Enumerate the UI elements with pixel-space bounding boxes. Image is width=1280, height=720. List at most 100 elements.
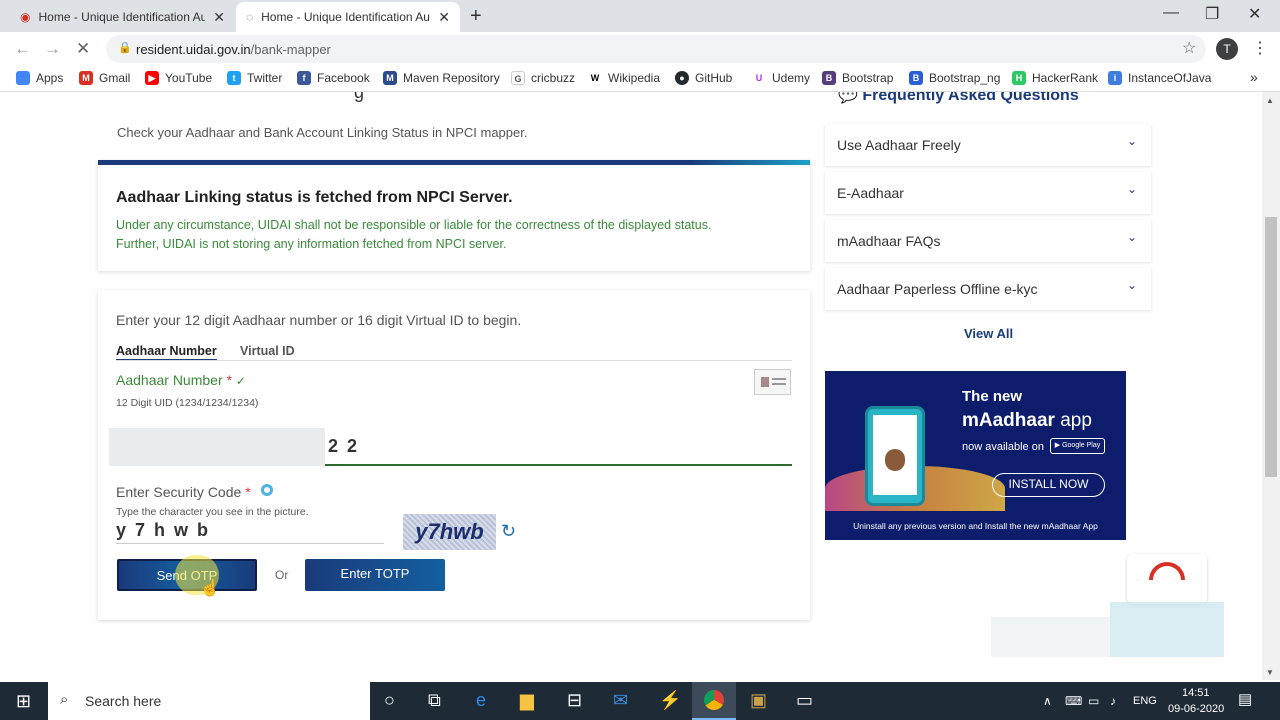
page-scrollbar[interactable]: ▲ ▼: [1262, 92, 1280, 680]
aadhaar-masked-area: [109, 428, 325, 466]
notifications-icon[interactable]: ▤: [1238, 690, 1252, 708]
browser-tab[interactable]: ◉ Home - Unique Identification Au ✕: [10, 2, 235, 32]
back-arrow-icon[interactable]: ←: [14, 39, 31, 59]
stop-loading-icon[interactable]: ✕: [76, 39, 90, 59]
faq-item[interactable]: Aadhaar Paperless Offline e-kyc ⌄: [825, 268, 1151, 310]
faq-item[interactable]: mAadhaar FAQs ⌄: [825, 220, 1151, 262]
restore-icon[interactable]: ❐: [1205, 4, 1219, 24]
tab-aadhaar-number[interactable]: Aadhaar Number: [116, 344, 217, 361]
clock-time[interactable]: 14:51: [1182, 687, 1210, 699]
scrollbar-thumb[interactable]: [1265, 217, 1277, 477]
maadhaar-promo-banner[interactable]: The new mAadhaar app now available on ▶ …: [825, 371, 1126, 540]
chrome-taskbar-item[interactable]: [692, 682, 736, 720]
blur-overlay: [991, 617, 1110, 657]
close-tab-icon[interactable]: ✕: [438, 9, 450, 26]
url-field[interactable]: 🔒 resident.uidai.gov.in/bank-mapper: [106, 35, 1206, 63]
required-mark: *: [226, 372, 232, 388]
bookmark-cricbuzz[interactable]: Gcricbuzz: [511, 71, 575, 85]
google-play-badge[interactable]: ▶ Google Play: [1050, 438, 1105, 454]
captcha-image: y7hwb: [403, 514, 496, 550]
bookmark-apps[interactable]: Apps: [16, 71, 63, 85]
play-store-label: Google Play: [1062, 442, 1101, 449]
game-app-icon[interactable]: ▣: [750, 690, 767, 711]
or-text: Or: [275, 568, 289, 582]
chevron-down-icon: ⌄: [1126, 230, 1137, 244]
bookmark-youtube[interactable]: ▶ YouTube: [145, 71, 212, 85]
bookmark-star-icon[interactable]: ☆: [1182, 38, 1196, 58]
clock-date[interactable]: 09-06-2020: [1168, 703, 1224, 715]
security-code-input[interactable]: y 7 h w b: [116, 516, 384, 544]
browser-menu-icon[interactable]: ⋮: [1252, 38, 1268, 58]
faq-item[interactable]: E-Aadhaar ⌄: [825, 172, 1151, 214]
task-view-icon[interactable]: ⧉: [428, 690, 441, 711]
chevron-down-icon: ⌄: [1126, 182, 1137, 196]
edge-icon[interactable]: e: [476, 690, 486, 711]
maven-icon: M: [383, 71, 397, 85]
input-method-icon[interactable]: ⌨: [1065, 694, 1082, 708]
language-indicator[interactable]: ENG: [1133, 695, 1157, 707]
tab-title: Home - Unique Identification Au: [261, 10, 430, 24]
bookmark-maven[interactable]: M Maven Repository: [383, 71, 500, 85]
terminal-icon[interactable]: ▭: [796, 690, 813, 711]
bookmark-facebook[interactable]: f Facebook: [297, 71, 370, 85]
notice-card: Aadhaar Linking status is fetched from N…: [98, 160, 810, 271]
bootstrap-ng-icon: B: [909, 71, 923, 85]
close-tab-icon[interactable]: ✕: [213, 9, 225, 26]
aadhaar-number-input[interactable]: 2 2: [325, 430, 792, 466]
network-icon[interactable]: ▭: [1088, 694, 1099, 708]
windows-start-icon[interactable]: ⊞: [16, 691, 31, 712]
bookmark-gmail[interactable]: M Gmail: [79, 71, 130, 85]
captcha-text: y7hwb: [415, 519, 484, 544]
taskbar-search-box[interactable]: ⌕ Search here: [48, 682, 370, 720]
promo-line-3: now available on: [962, 441, 1044, 453]
hackerrank-icon: H: [1012, 71, 1026, 85]
browser-tab-strip: ◉ Home - Unique Identification Au ✕ ◌ Ho…: [0, 0, 1280, 32]
aadhaar-input-value: 2 2: [328, 436, 360, 456]
bookmark-hackerrank[interactable]: H HackerRank: [1012, 71, 1098, 85]
bookmark-bootstrap-ng[interactable]: B Bootstrap_ng: [909, 71, 1000, 85]
chat-bubble-icon: 💬: [838, 92, 858, 104]
tray-expand-icon[interactable]: ∧: [1043, 694, 1052, 708]
bookmark-github[interactable]: ● GitHub: [675, 71, 732, 85]
scroll-up-icon[interactable]: ▲: [1266, 96, 1274, 105]
new-tab-button[interactable]: +: [470, 5, 482, 28]
minimize-icon[interactable]: —: [1163, 4, 1179, 22]
more-bookmarks-icon[interactable]: »: [1250, 69, 1258, 85]
security-input-value: y 7 h w b: [116, 520, 211, 540]
bookmark-wikipedia[interactable]: W Wikipedia: [588, 71, 660, 85]
bookmark-udemy[interactable]: U Udemy: [752, 71, 810, 85]
aadhaar-label: Aadhaar Number: [116, 372, 223, 388]
chrome-icon: [704, 690, 724, 710]
verification-form-card: Enter your 12 digit Aadhaar number or 16…: [98, 290, 810, 620]
faq-item-label: E-Aadhaar: [837, 185, 904, 201]
install-now-button[interactable]: INSTALL NOW: [992, 473, 1105, 497]
bookmark-twitter[interactable]: t Twitter: [227, 71, 282, 85]
tab-virtual-id[interactable]: Virtual ID: [240, 344, 295, 358]
file-explorer-icon[interactable]: ▆: [520, 690, 534, 711]
udemy-icon: U: [752, 71, 766, 85]
close-window-icon[interactable]: ✕: [1248, 4, 1261, 24]
store-icon[interactable]: ⊟: [567, 690, 582, 711]
bookmark-label: Twitter: [247, 71, 283, 85]
browser-tab-active[interactable]: ◌ Home - Unique Identification Au ✕: [236, 2, 460, 32]
scroll-down-icon[interactable]: ▼: [1266, 668, 1274, 677]
enter-totp-button[interactable]: Enter TOTP: [305, 559, 445, 591]
bookmark-bootstrap[interactable]: B Bootstrap: [822, 71, 893, 85]
loading-spinner-icon: ◌: [246, 10, 254, 24]
forward-arrow-icon[interactable]: →: [44, 39, 61, 59]
bootstrap-icon: B: [822, 71, 836, 85]
aadhaar-card-icon[interactable]: [754, 369, 791, 395]
cortana-icon[interactable]: ○: [384, 690, 395, 711]
profile-avatar[interactable]: T: [1216, 38, 1238, 60]
info-circle-icon: [260, 484, 273, 496]
tab-title: Home - Unique Identification Au: [38, 10, 206, 24]
view-all-link[interactable]: View All: [964, 326, 1013, 341]
mail-icon[interactable]: ✉: [613, 690, 628, 711]
flash-app-icon[interactable]: ⚡: [659, 690, 681, 711]
faq-item[interactable]: Use Aadhaar Freely ⌄: [825, 124, 1151, 166]
form-prompt: Enter your 12 digit Aadhaar number or 16…: [116, 312, 522, 328]
volume-icon[interactable]: ♪: [1110, 694, 1116, 708]
refresh-captcha-icon[interactable]: ↻: [501, 521, 516, 542]
intro-text: Check your Aadhaar and Bank Account Link…: [117, 125, 528, 140]
bookmark-instanceofjava[interactable]: i InstanceOfJava: [1108, 71, 1211, 85]
